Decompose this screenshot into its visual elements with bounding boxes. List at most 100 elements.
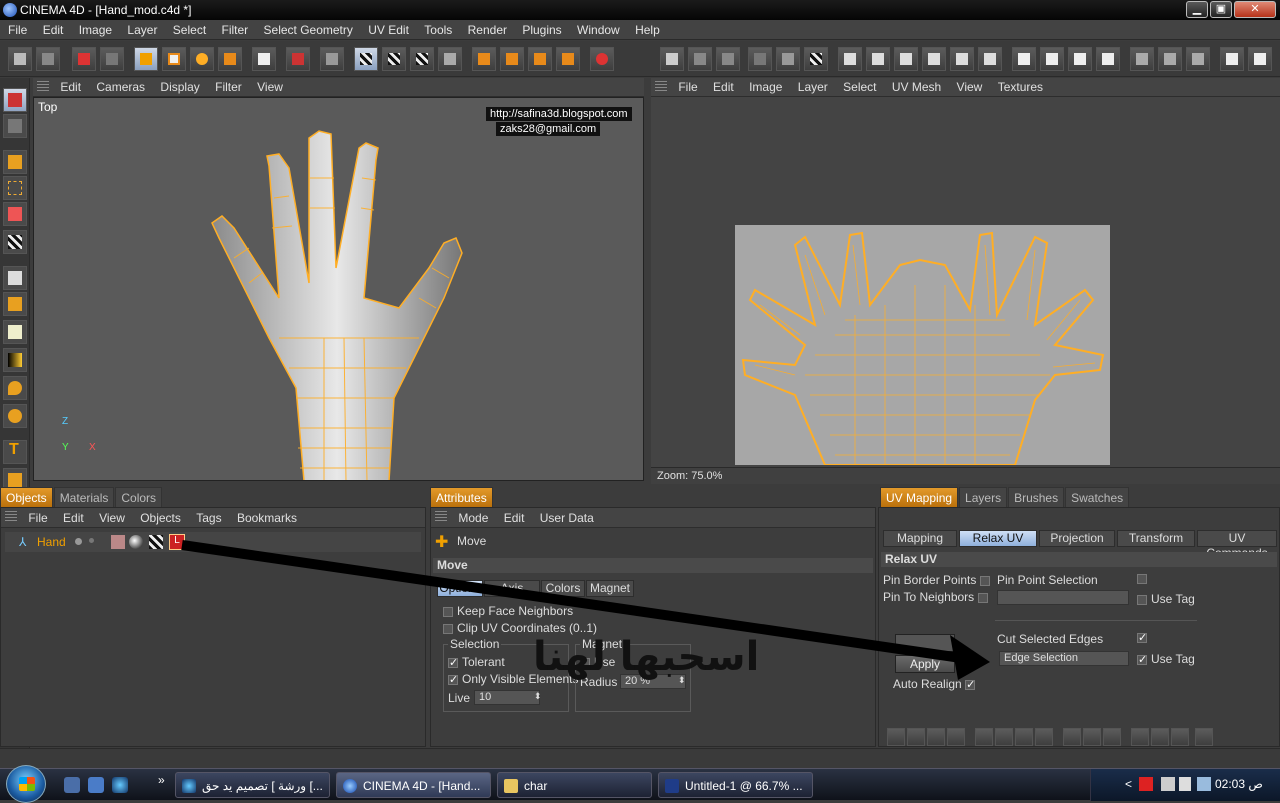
tolerant-row[interactable]: Tolerant <box>448 655 505 669</box>
menu-window[interactable]: Window <box>569 20 624 37</box>
layout2-icon[interactable] <box>3 114 27 138</box>
menu-select-geometry[interactable]: Select Geometry <box>256 20 357 37</box>
layout-icon[interactable] <box>3 88 27 112</box>
3d-coords-icon[interactable] <box>286 47 310 71</box>
magnifier-icon[interactable] <box>3 404 27 428</box>
start-button[interactable] <box>6 765 46 803</box>
uv-tool10-icon[interactable] <box>922 47 946 71</box>
subtab-magnet[interactable]: Magnet <box>586 580 634 597</box>
phong-tag-icon[interactable] <box>111 535 125 549</box>
maximize-button[interactable]: ▣ <box>1210 1 1232 18</box>
uv-tool13-icon[interactable] <box>1012 47 1036 71</box>
uv-cmd4-icon[interactable] <box>947 728 965 746</box>
uv-menu-view[interactable]: View <box>949 78 987 94</box>
vp-menu-display[interactable]: Display <box>152 78 203 94</box>
keep-face-neighbors-row[interactable]: Keep Face Neighbors <box>443 604 573 618</box>
menu-layer[interactable]: Layer <box>119 20 161 37</box>
auto-realign-row[interactable]: Auto Realign <box>893 677 979 691</box>
tab-materials[interactable]: Materials <box>53 487 115 509</box>
text-tool-icon[interactable]: T <box>3 440 27 464</box>
render-dot-icon[interactable] <box>89 538 94 543</box>
battery-icon[interactable] <box>1197 777 1211 791</box>
subtab-transform[interactable]: Transform <box>1117 530 1195 547</box>
attr-menu-edit[interactable]: Edit <box>496 508 529 525</box>
uv-cmd15-icon[interactable] <box>1195 728 1213 746</box>
magic-wand-icon[interactable] <box>3 202 27 226</box>
tab-brushes[interactable]: Brushes <box>1008 487 1065 509</box>
live-input[interactable]: 10 <box>474 690 540 705</box>
rect-select-icon[interactable] <box>3 176 27 200</box>
tab-objects[interactable]: Objects <box>0 487 53 509</box>
pin-neighbors-checkbox[interactable] <box>977 592 988 603</box>
polygons-mode-icon[interactable] <box>528 47 552 71</box>
uv-cmd13-icon[interactable] <box>1151 728 1169 746</box>
clip-uv-row[interactable]: Clip UV Coordinates (0..1) <box>443 621 597 635</box>
texture-icon[interactable] <box>410 47 434 71</box>
uv-cmd8-icon[interactable] <box>1035 728 1053 746</box>
rotate-tool-icon[interactable] <box>190 47 214 71</box>
uv-points-icon[interactable] <box>354 47 378 71</box>
auto-realign-checkbox[interactable] <box>965 678 975 691</box>
vp-menu-edit[interactable]: Edit <box>52 78 85 94</box>
show-desktop-icon[interactable] <box>64 777 80 793</box>
internet-explorer-icon[interactable] <box>112 777 128 793</box>
minimize-button[interactable]: ▁ <box>1186 1 1208 18</box>
uv-tool1-icon[interactable] <box>660 47 684 71</box>
apply-button[interactable]: Apply <box>895 655 955 673</box>
uv-tool5-icon[interactable] <box>776 47 800 71</box>
undo-icon[interactable] <box>8 47 32 71</box>
uv-tool14-icon[interactable] <box>1040 47 1064 71</box>
menu-uv-edit[interactable]: UV Edit <box>360 20 413 37</box>
material-tag-icon[interactable] <box>129 535 143 549</box>
tab-layers[interactable]: Layers <box>959 487 1008 509</box>
tab-swatches[interactable]: Swatches <box>1065 487 1130 509</box>
move-tool-icon[interactable] <box>134 47 158 71</box>
uv-polygons-icon[interactable] <box>382 47 406 71</box>
keep-face-neighbors-checkbox[interactable] <box>443 606 453 617</box>
uv-cmd6-icon[interactable] <box>995 728 1013 746</box>
uv-tool16-icon[interactable] <box>1096 47 1120 71</box>
uv-cmd10-icon[interactable] <box>1083 728 1101 746</box>
obj-menu-tags[interactable]: Tags <box>188 508 225 525</box>
taskbar-item-cinema4d[interactable]: CINEMA 4D - [Hand... <box>336 772 491 798</box>
uv-menu-file[interactable]: File <box>670 78 701 94</box>
close-button[interactable]: ✕ <box>1234 1 1276 18</box>
workplane-icon[interactable] <box>438 47 462 71</box>
attr-menu-user-data[interactable]: User Data <box>532 508 598 525</box>
uv-tool7-icon[interactable] <box>838 47 862 71</box>
attr-menu-mode[interactable]: Mode <box>450 508 492 525</box>
uv-tool9-icon[interactable] <box>894 47 918 71</box>
subtab-axis[interactable]: Axis <box>484 580 540 597</box>
live-spinner-icon[interactable]: ⬍ <box>534 691 542 702</box>
stamp-icon[interactable] <box>3 292 27 316</box>
uv-cmd11-icon[interactable] <box>1103 728 1121 746</box>
gradient-icon[interactable] <box>3 348 27 372</box>
clock[interactable]: 02:03 ص <box>1215 777 1263 791</box>
taskbar-item-photoshop[interactable]: Untitled-1 @ 66.7% ... <box>658 772 813 798</box>
subtab-colors[interactable]: Colors <box>541 580 585 597</box>
clip-uv-checkbox[interactable] <box>443 623 453 634</box>
transfer-icon[interactable] <box>218 47 242 71</box>
tolerant-checkbox[interactable] <box>448 656 458 669</box>
uv-tool3-icon[interactable] <box>716 47 740 71</box>
subtab-uv-commands[interactable]: UV Commands <box>1197 530 1277 560</box>
live-selection-icon[interactable] <box>72 47 96 71</box>
uv-menu-image[interactable]: Image <box>741 78 786 94</box>
uv-tool20-icon[interactable] <box>1220 47 1244 71</box>
uv-tool4-icon[interactable] <box>748 47 772 71</box>
only-visible-checkbox[interactable] <box>448 673 458 686</box>
quicklaunch-more-icon[interactable]: » <box>158 773 165 787</box>
selection-tag-icon[interactable]: L <box>169 534 185 550</box>
menu-file[interactable]: File <box>0 20 31 37</box>
uv-menu-uv-mesh[interactable]: UV Mesh <box>884 78 945 94</box>
tab-colors[interactable]: Colors <box>115 487 163 509</box>
tray-expand-icon[interactable]: < <box>1125 777 1132 791</box>
use-tag1-checkbox[interactable] <box>1137 594 1147 605</box>
edges-mode-icon[interactable] <box>500 47 524 71</box>
pen-icon[interactable] <box>3 266 27 290</box>
subtab-relax-uv[interactable]: Relax UV <box>959 530 1037 547</box>
uv-mode-icon[interactable] <box>556 47 580 71</box>
edge-selection-field[interactable]: Edge Selection <box>999 651 1129 666</box>
drop-icon[interactable] <box>3 376 27 400</box>
checker-icon[interactable] <box>3 230 27 254</box>
